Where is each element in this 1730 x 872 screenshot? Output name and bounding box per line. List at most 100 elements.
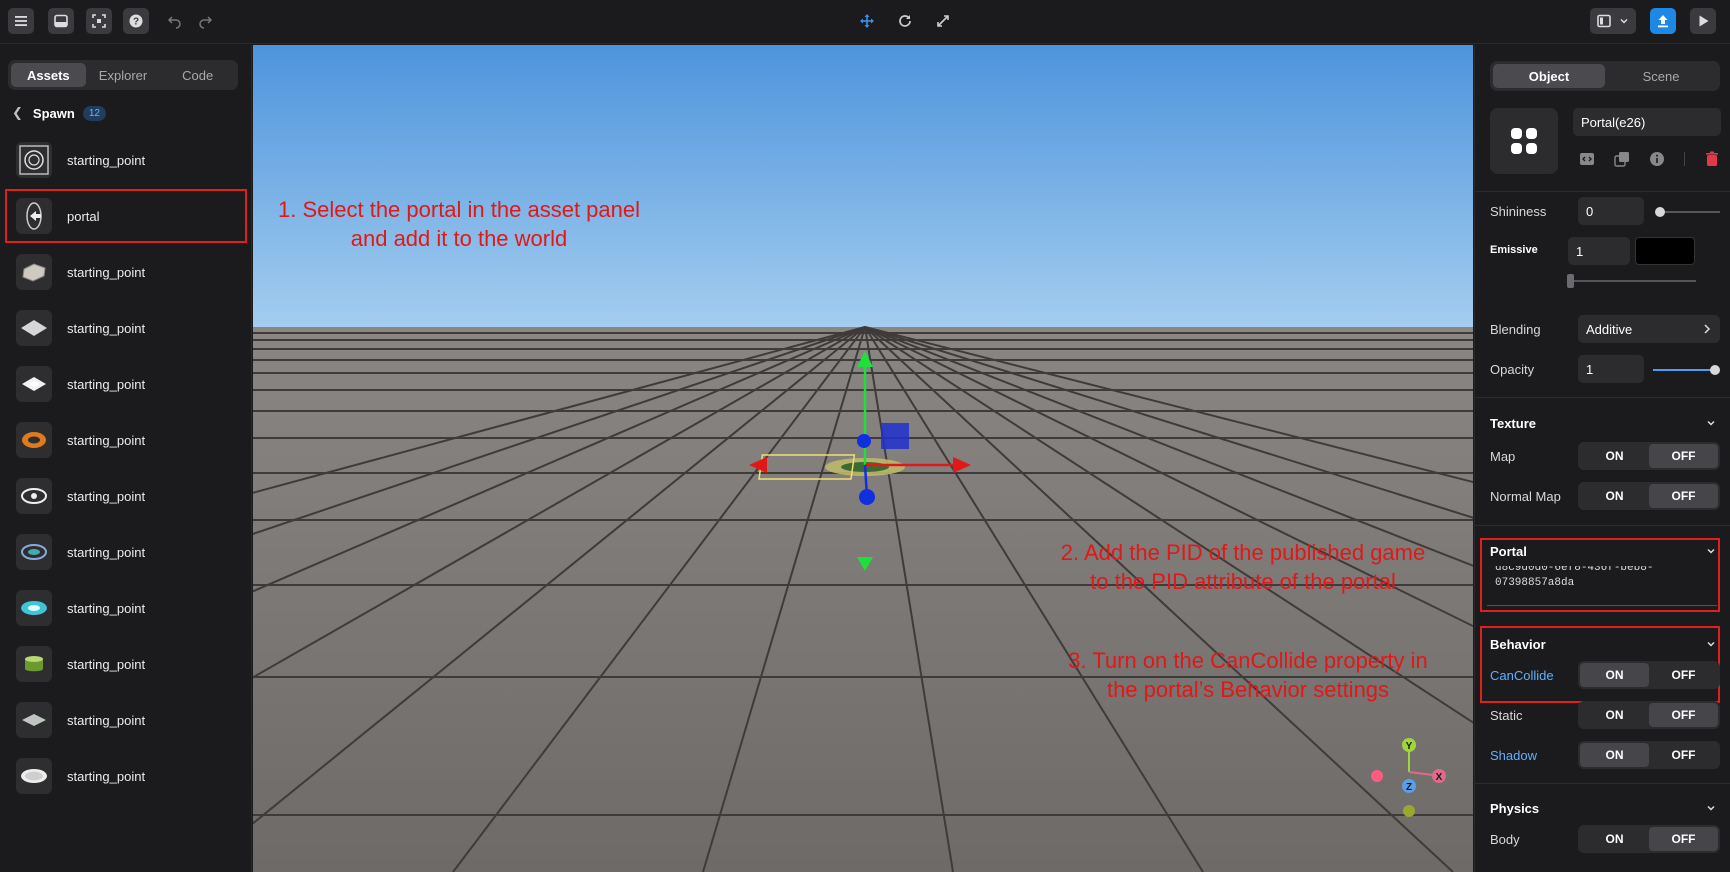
undo-icon[interactable] bbox=[162, 8, 188, 34]
asset-label: starting_point bbox=[67, 544, 146, 560]
chevron-down-icon[interactable] bbox=[1705, 638, 1717, 650]
chevron-down-icon[interactable] bbox=[1705, 417, 1717, 429]
body-off[interactable]: OFF bbox=[1649, 827, 1718, 851]
duplicate-icon[interactable] bbox=[1614, 151, 1630, 167]
emissive-slider-knob[interactable] bbox=[1567, 274, 1574, 288]
divider bbox=[1475, 191, 1730, 192]
code-icon[interactable] bbox=[1579, 151, 1595, 167]
normal-map-on[interactable]: ON bbox=[1580, 484, 1649, 508]
asset-label: starting_point bbox=[67, 600, 146, 616]
trash-icon[interactable] bbox=[1704, 151, 1720, 167]
scale-icon[interactable] bbox=[930, 8, 956, 34]
grid-icon bbox=[1511, 128, 1537, 154]
shadow-off[interactable]: OFF bbox=[1649, 743, 1718, 767]
rotate-icon[interactable] bbox=[892, 8, 918, 34]
normal-map-off[interactable]: OFF bbox=[1649, 484, 1718, 508]
screenshot-icon[interactable] bbox=[86, 8, 112, 34]
asset-label: starting_point bbox=[67, 768, 146, 784]
tab-scene[interactable]: Scene bbox=[1605, 64, 1717, 88]
asset-item[interactable]: starting_point bbox=[0, 301, 252, 355]
chevron-down-icon[interactable] bbox=[1705, 545, 1717, 557]
shininess-slider[interactable] bbox=[1658, 211, 1720, 213]
blending-label: Blending bbox=[1490, 322, 1541, 337]
asset-item[interactable]: starting_point bbox=[0, 469, 252, 523]
pid-line-1: d8c9d0d0-6ef8-436f-beb8- bbox=[1495, 566, 1654, 574]
asset-item[interactable]: starting_point bbox=[0, 637, 252, 691]
object-thumbnail bbox=[1490, 108, 1558, 174]
physics-section-title[interactable]: Physics bbox=[1490, 801, 1539, 816]
tab-code[interactable]: Code bbox=[160, 63, 235, 87]
breadcrumb: ❮ Spawn 12 bbox=[12, 103, 106, 123]
info-icon[interactable] bbox=[1649, 151, 1665, 167]
asset-item[interactable]: starting_point bbox=[0, 133, 252, 187]
asset-item[interactable]: starting_point bbox=[0, 525, 252, 579]
layout-toggle[interactable] bbox=[1590, 8, 1636, 34]
cancollide-on[interactable]: ON bbox=[1580, 663, 1649, 687]
emissive-label: Emissive bbox=[1490, 244, 1538, 256]
right-tabs: Object Scene bbox=[1490, 61, 1720, 91]
object-name-input[interactable]: Portal(e26) bbox=[1573, 108, 1721, 136]
annotation-step1: 1. Select the portal in the asset panel … bbox=[277, 197, 640, 251]
asset-label: starting_point bbox=[67, 376, 146, 392]
upload-icon[interactable] bbox=[1650, 8, 1676, 34]
asset-item[interactable]: starting_point bbox=[0, 749, 252, 803]
asset-label: starting_point bbox=[67, 264, 146, 280]
opacity-slider-knob[interactable] bbox=[1710, 365, 1720, 375]
shadow-label: Shadow bbox=[1490, 748, 1537, 763]
opacity-slider[interactable] bbox=[1653, 369, 1715, 371]
asset-label: portal bbox=[67, 208, 100, 224]
behavior-section-title[interactable]: Behavior bbox=[1490, 637, 1546, 652]
play-icon[interactable] bbox=[1690, 8, 1716, 34]
static-off[interactable]: OFF bbox=[1649, 703, 1718, 727]
shadow-toggle[interactable]: ON OFF bbox=[1578, 741, 1720, 769]
portal-section-title[interactable]: Portal bbox=[1490, 544, 1527, 559]
redo-icon[interactable] bbox=[192, 8, 218, 34]
blending-select[interactable]: Additive bbox=[1578, 315, 1720, 343]
asset-item[interactable]: starting_point bbox=[0, 413, 252, 467]
asset-item[interactable]: starting_point bbox=[0, 693, 252, 747]
flat-diamond-icon bbox=[16, 702, 52, 738]
shadow-on[interactable]: ON bbox=[1580, 743, 1649, 767]
chevron-down-icon[interactable] bbox=[1705, 802, 1717, 814]
left-tabs: Assets Explorer Code bbox=[8, 60, 238, 90]
emissive-input[interactable]: 1 bbox=[1568, 237, 1630, 265]
move-icon[interactable] bbox=[854, 8, 880, 34]
cancollide-off[interactable]: OFF bbox=[1649, 663, 1718, 687]
body-toggle[interactable]: ON OFF bbox=[1578, 825, 1720, 853]
asset-item[interactable]: starting_point bbox=[0, 357, 252, 411]
asset-item-portal[interactable]: portal bbox=[5, 189, 247, 243]
scene-viewport[interactable]: Y X Z 1. Select the portal in the asset … bbox=[253, 45, 1473, 872]
inbox-icon[interactable] bbox=[48, 8, 74, 34]
svg-text:?: ? bbox=[133, 17, 139, 28]
texture-section-title[interactable]: Texture bbox=[1490, 416, 1536, 431]
tab-assets[interactable]: Assets bbox=[11, 63, 86, 87]
map-toggle[interactable]: ON OFF bbox=[1578, 442, 1720, 470]
normal-map-toggle[interactable]: ON OFF bbox=[1578, 482, 1720, 510]
asset-item[interactable]: starting_point bbox=[0, 245, 252, 299]
cancollide-toggle[interactable]: ON OFF bbox=[1578, 661, 1720, 689]
axis-z-label: Z bbox=[1406, 782, 1412, 793]
menu-icon[interactable] bbox=[8, 8, 34, 34]
emissive-slider[interactable] bbox=[1568, 280, 1696, 282]
asset-label: starting_point bbox=[67, 320, 146, 336]
asset-item[interactable]: starting_point bbox=[0, 581, 252, 635]
body-on[interactable]: ON bbox=[1580, 827, 1649, 851]
teal-ring-icon bbox=[16, 534, 52, 570]
normal-map-label: Normal Map bbox=[1490, 489, 1561, 504]
shininess-slider-knob[interactable] bbox=[1655, 207, 1665, 217]
cyan-glow-icon bbox=[16, 590, 52, 626]
map-off[interactable]: OFF bbox=[1649, 444, 1718, 468]
map-on[interactable]: ON bbox=[1580, 444, 1649, 468]
chevron-left-icon[interactable]: ❮ bbox=[12, 105, 23, 121]
emissive-color-swatch[interactable] bbox=[1635, 237, 1695, 265]
help-icon[interactable]: ? bbox=[123, 8, 149, 34]
tab-explorer[interactable]: Explorer bbox=[86, 63, 161, 87]
tab-object[interactable]: Object bbox=[1493, 64, 1605, 88]
static-toggle[interactable]: ON OFF bbox=[1578, 701, 1720, 729]
opacity-input[interactable]: 1 bbox=[1578, 355, 1644, 383]
static-on[interactable]: ON bbox=[1580, 703, 1649, 727]
map-label: Map bbox=[1490, 449, 1516, 464]
pid-line-2: 07398857a8da bbox=[1495, 577, 1575, 589]
pid-textarea[interactable]: d8c9d0d0-6ef8-436f-beb8- 07398857a8da bbox=[1487, 566, 1717, 606]
shininess-input[interactable]: 0 bbox=[1578, 197, 1644, 225]
